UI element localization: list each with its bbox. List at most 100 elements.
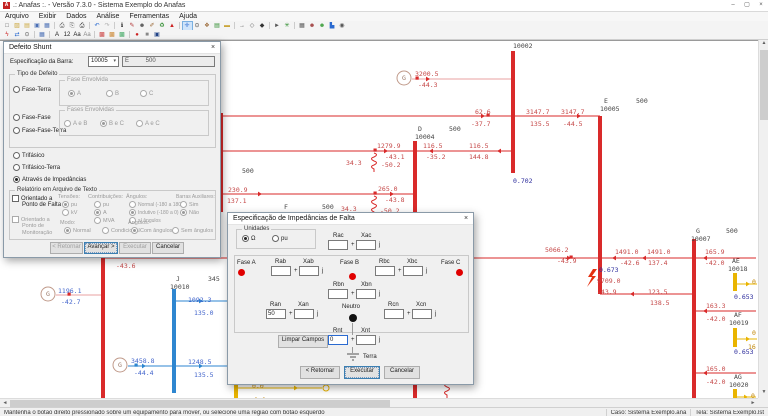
area-orange-icon[interactable]: ▩ <box>108 31 117 39</box>
scroll-left-icon[interactable]: ◄ <box>0 400 10 406</box>
retornar-button[interactable]: < Retornar <box>50 242 83 254</box>
area-red-icon[interactable]: ▩ <box>98 31 107 39</box>
user-remove-icon[interactable]: ☻ <box>308 22 317 30</box>
red-dot-icon[interactable]: ● <box>133 31 142 39</box>
radio-atraves-impedancias[interactable]: Através de Impedâncias <box>13 176 86 183</box>
vertical-scrollbar[interactable]: ▲ ▼ <box>758 40 768 398</box>
warning-icon[interactable]: ▲ <box>168 22 177 30</box>
radio-fase-terra[interactable]: Fase-Terra <box>13 86 51 93</box>
radio-ohm[interactable]: Ω <box>242 235 256 242</box>
radio-trifasico-terra[interactable]: Trifásico-Terra <box>13 164 60 171</box>
retornar-button[interactable]: < Retornar <box>300 366 340 379</box>
monitor-icon[interactable]: ▣ <box>153 31 162 39</box>
radio-fases-ab[interactable]: A e B <box>64 120 87 127</box>
radio-contrib-a[interactable]: A <box>94 209 107 216</box>
copy-icon[interactable]: ⎘ <box>68 22 77 30</box>
breaker-open-icon[interactable]: ◇ <box>248 22 257 30</box>
zoom-icon[interactable]: ⊙ <box>193 22 202 30</box>
rab-input[interactable] <box>271 266 291 276</box>
bus-name-combobox[interactable]: E 500 <box>122 56 215 67</box>
rbc-input[interactable] <box>375 266 395 276</box>
radio-barras-sim[interactable]: Sim <box>180 201 198 208</box>
open-folder-icon[interactable]: ▨ <box>13 22 22 30</box>
info-icon[interactable]: ℹ <box>118 22 127 30</box>
menu-arquivo[interactable]: Arquivo <box>0 13 34 20</box>
limpar-campos-button[interactable]: Limpar Campos <box>278 335 328 348</box>
cancelar-button[interactable]: Cancelar <box>384 366 420 379</box>
ran-input[interactable]: 50 <box>266 309 286 319</box>
close-icon[interactable]: × <box>206 44 220 51</box>
chart-icon[interactable]: ▙ <box>328 22 337 30</box>
report-icon[interactable]: ⎙ <box>58 22 67 30</box>
scroll-right-icon[interactable]: ► <box>748 400 758 406</box>
undo-icon[interactable]: ↶ <box>93 22 102 30</box>
fault-icon[interactable]: ϟ <box>3 31 12 39</box>
rac-input[interactable] <box>328 240 348 250</box>
xac-input[interactable] <box>356 240 376 250</box>
avancar-button[interactable]: Avançar > <box>84 242 118 254</box>
radio-fase-a[interactable]: A <box>68 90 81 97</box>
save-all-icon[interactable]: ▦ <box>43 22 52 30</box>
new-file-icon[interactable]: □ <box>3 22 12 30</box>
search-icon[interactable]: ⊙ <box>23 31 32 39</box>
pan-icon[interactable]: ❖ <box>203 22 212 30</box>
menu-ajuda[interactable]: Ajuda <box>174 13 202 20</box>
gray-square-icon[interactable]: ■ <box>143 31 152 39</box>
radio-com-angulos[interactable]: Com ângulos <box>131 227 172 234</box>
executar-button[interactable]: Executar <box>119 242 151 254</box>
bus-g[interactable] <box>692 239 696 399</box>
executar-button[interactable]: Executar <box>344 366 380 379</box>
move-icon[interactable]: ✛ <box>183 22 192 30</box>
radio-angulos-normal[interactable]: Normal (-180 a 180) <box>129 201 183 208</box>
menu-exibir[interactable]: Exibir <box>34 13 62 20</box>
font-icon[interactable]: A <box>53 31 62 39</box>
radio-fases-bc[interactable]: B e C <box>100 120 124 127</box>
print-icon[interactable]: ⎙ <box>78 22 87 30</box>
draw-icon[interactable]: ✐ <box>148 22 157 30</box>
impedancias-dialog-titlebar[interactable]: Especificação de Impedâncias de Falta × <box>228 213 473 225</box>
user-add-icon[interactable]: ☻ <box>318 22 327 30</box>
layers-icon[interactable]: ▤ <box>213 22 222 30</box>
scroll-down-icon[interactable]: ▼ <box>759 389 768 395</box>
bus-lv[interactable] <box>234 383 238 399</box>
save-icon[interactable]: ▣ <box>33 22 42 30</box>
flow-arrow-icon[interactable]: → <box>238 22 247 30</box>
rbn-input[interactable] <box>328 289 348 299</box>
vertical-scroll-thumb[interactable] <box>760 50 768 120</box>
menu-ferramentas[interactable]: Ferramentas <box>124 13 174 20</box>
radio-fase-fase[interactable]: Fase-Fase <box>13 114 51 121</box>
radio-trifasico[interactable]: Trifásico <box>13 152 44 159</box>
menu-dados[interactable]: Dados <box>61 13 91 20</box>
bus-j[interactable] <box>172 289 176 393</box>
radio-barras-nao[interactable]: Não <box>180 209 199 216</box>
minimize-icon[interactable]: – <box>726 0 740 11</box>
pointer-icon[interactable]: ► <box>273 22 282 30</box>
exit-icon[interactable]: ◉ <box>338 22 347 30</box>
menu-analise[interactable]: Análise <box>91 13 124 20</box>
breaker-closed-icon[interactable]: ◆ <box>258 22 267 30</box>
radio-tensoes-pu[interactable]: pu <box>62 201 77 208</box>
user-icon[interactable]: ☻ <box>138 22 147 30</box>
compare-icon[interactable]: ⇄ <box>13 31 22 39</box>
xan-input[interactable] <box>294 309 314 319</box>
screen-icon[interactable]: ▦ <box>38 31 47 39</box>
radio-fase-c[interactable]: C <box>140 90 153 97</box>
maximize-icon[interactable]: ▢ <box>740 0 754 11</box>
ruler-icon[interactable]: ▬ <box>223 22 232 30</box>
radio-modo-normal[interactable]: Normal <box>64 227 91 234</box>
horizontal-scroll-thumb[interactable] <box>10 400 390 407</box>
font-increase-icon[interactable]: Aa <box>73 31 82 39</box>
radio-fase-b[interactable]: B <box>106 90 119 97</box>
checkbox-orientado-falta[interactable]: Orientado a <box>12 195 52 202</box>
radio-angulos-indutivo[interactable]: Indutivo (-180 a 0) <box>129 209 179 216</box>
load-symbol[interactable] <box>323 385 329 391</box>
grid-icon[interactable]: ▦ <box>298 22 307 30</box>
rcn-input[interactable] <box>384 309 404 319</box>
close-icon[interactable]: × <box>754 0 768 11</box>
radio-fases-ac[interactable]: A e C <box>136 120 160 127</box>
font-size-icon[interactable]: 12 <box>63 31 72 39</box>
radio-tensoes-kv[interactable]: kV <box>62 209 77 216</box>
bus-a[interactable] <box>101 258 105 399</box>
xcn-input[interactable] <box>412 309 432 319</box>
bus-af[interactable] <box>733 328 737 347</box>
